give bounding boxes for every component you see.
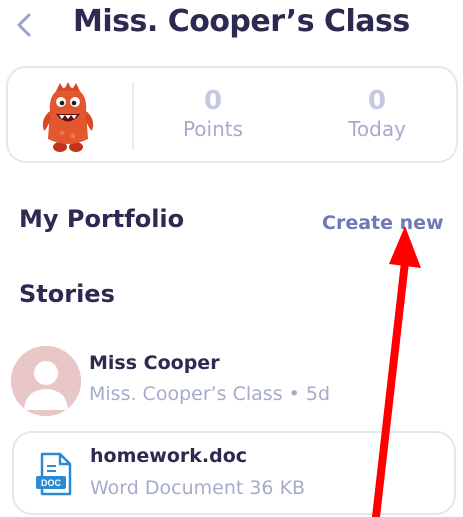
class-portfolio-screen: Miss. Cooper’s Class 0 Points 0 Today My… [0, 0, 463, 517]
attachment-file-name: homework.doc [90, 445, 248, 467]
user-silhouette-icon [11, 346, 81, 416]
today-value: 0 [367, 86, 387, 116]
student-stats-card: 0 Points 0 Today [6, 66, 458, 163]
attachment-file-meta: Word Document 36 KB [90, 477, 306, 499]
monster-avatar[interactable] [38, 81, 98, 153]
chevron-left-icon [17, 13, 31, 37]
portfolio-title: My Portfolio [19, 205, 185, 233]
points-value: 0 [203, 86, 223, 116]
doc-file-icon: DOC [36, 452, 72, 496]
post-author-avatar[interactable] [11, 346, 81, 416]
post-author-name[interactable]: Miss Cooper [89, 352, 220, 374]
today-label: Today [348, 117, 406, 141]
stories-title: Stories [19, 280, 115, 308]
create-new-button[interactable]: Create new [322, 212, 444, 234]
points-label: Points [182, 117, 244, 141]
doc-icon-label: DOC [41, 478, 62, 488]
post-meta: Miss. Cooper’s Class • 5d [89, 383, 331, 405]
today-stat: 0 Today [322, 86, 432, 142]
stats-divider [132, 82, 134, 150]
back-button[interactable] [10, 10, 38, 40]
points-stat: 0 Points [158, 86, 268, 142]
attachment-card[interactable]: DOC homework.doc Word Document 36 KB [12, 431, 456, 515]
red-monster-avatar-icon [42, 82, 94, 152]
page-title: Miss. Cooper’s Class [73, 4, 410, 39]
